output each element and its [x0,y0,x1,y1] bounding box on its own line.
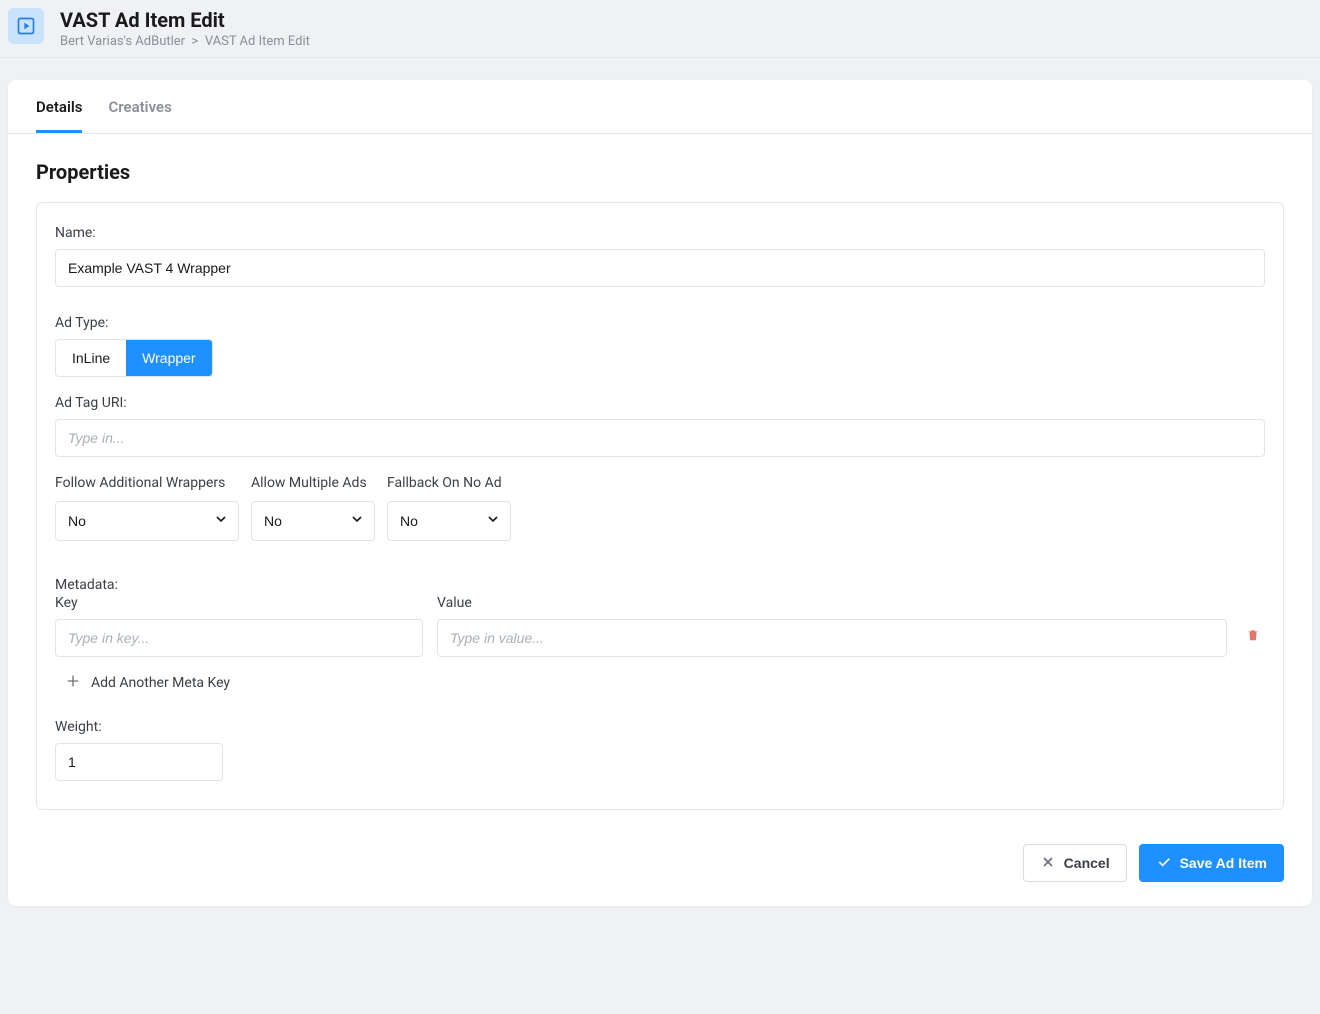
save-button[interactable]: Save Ad Item [1139,844,1284,882]
tab-details[interactable]: Details [36,80,82,133]
adtype-group: Ad Type: InLine Wrapper [55,315,1265,377]
footer: Cancel Save Ad Item [8,836,1312,906]
breadcrumb-parent[interactable]: Bert Varias's AdButler [60,34,185,49]
value-label: Value [437,595,1227,611]
weight-label: Weight: [55,719,1265,735]
key-label: Key [55,595,423,611]
name-input[interactable] [55,249,1265,287]
add-meta-label: Add Another Meta Key [91,675,230,691]
breadcrumb-separator: > [192,34,199,49]
adtag-input[interactable] [55,419,1265,457]
adtype-inline-button[interactable]: InLine [56,340,126,376]
metadata-group: Metadata: Key Value [55,577,1265,693]
tab-creatives[interactable]: Creatives [108,80,171,133]
fallback-label: Fallback On No Ad [387,475,511,491]
name-label: Name: [55,225,1265,241]
meta-row [55,619,1265,657]
meta-key-input[interactable] [55,619,423,657]
vast-icon [8,8,44,44]
fallback-select[interactable]: No [387,501,511,541]
add-meta-button[interactable]: Add Another Meta Key [55,673,1265,693]
adtag-label: Ad Tag URI: [55,395,1265,411]
weight-input[interactable] [55,743,223,781]
adtype-wrapper-button[interactable]: Wrapper [126,340,211,376]
adtype-label: Ad Type: [55,315,1265,331]
page-header: VAST Ad Item Edit Bert Varias's AdButler… [0,0,1320,58]
properties-panel: Name: Ad Type: InLine Wrapper Ad Tag URI… [36,202,1284,810]
meta-value-input[interactable] [437,619,1227,657]
trash-icon [1246,627,1260,647]
breadcrumb-current: VAST Ad Item Edit [205,34,310,49]
delete-meta-button[interactable] [1241,627,1265,657]
cancel-button[interactable]: Cancel [1023,844,1127,882]
weight-group: Weight: [55,719,1265,781]
metadata-label: Metadata: [55,577,1265,593]
name-group: Name: [55,225,1265,287]
allow-select[interactable]: No [251,501,375,541]
tabs: Details Creatives [8,80,1312,134]
allow-label: Allow Multiple Ads [251,475,375,491]
adtag-group: Ad Tag URI: [55,395,1265,457]
options-row: Follow Additional Wrappers No Allow Mult… [55,475,1265,541]
adtype-segmented: InLine Wrapper [55,339,213,377]
main-card: Details Creatives Properties Name: Ad Ty… [8,80,1312,906]
follow-col: Follow Additional Wrappers No [55,475,239,541]
page-title: VAST Ad Item Edit [60,8,310,32]
check-icon [1156,854,1172,873]
follow-label: Follow Additional Wrappers [55,475,239,491]
cancel-label: Cancel [1064,855,1110,871]
follow-select[interactable]: No [55,501,239,541]
breadcrumb: Bert Varias's AdButler > VAST Ad Item Ed… [60,34,310,49]
plus-icon [65,673,81,693]
fallback-col: Fallback On No Ad No [387,475,511,541]
close-icon [1040,854,1056,873]
section-properties-title: Properties [8,134,1312,202]
allow-col: Allow Multiple Ads No [251,475,375,541]
save-label: Save Ad Item [1180,855,1267,871]
